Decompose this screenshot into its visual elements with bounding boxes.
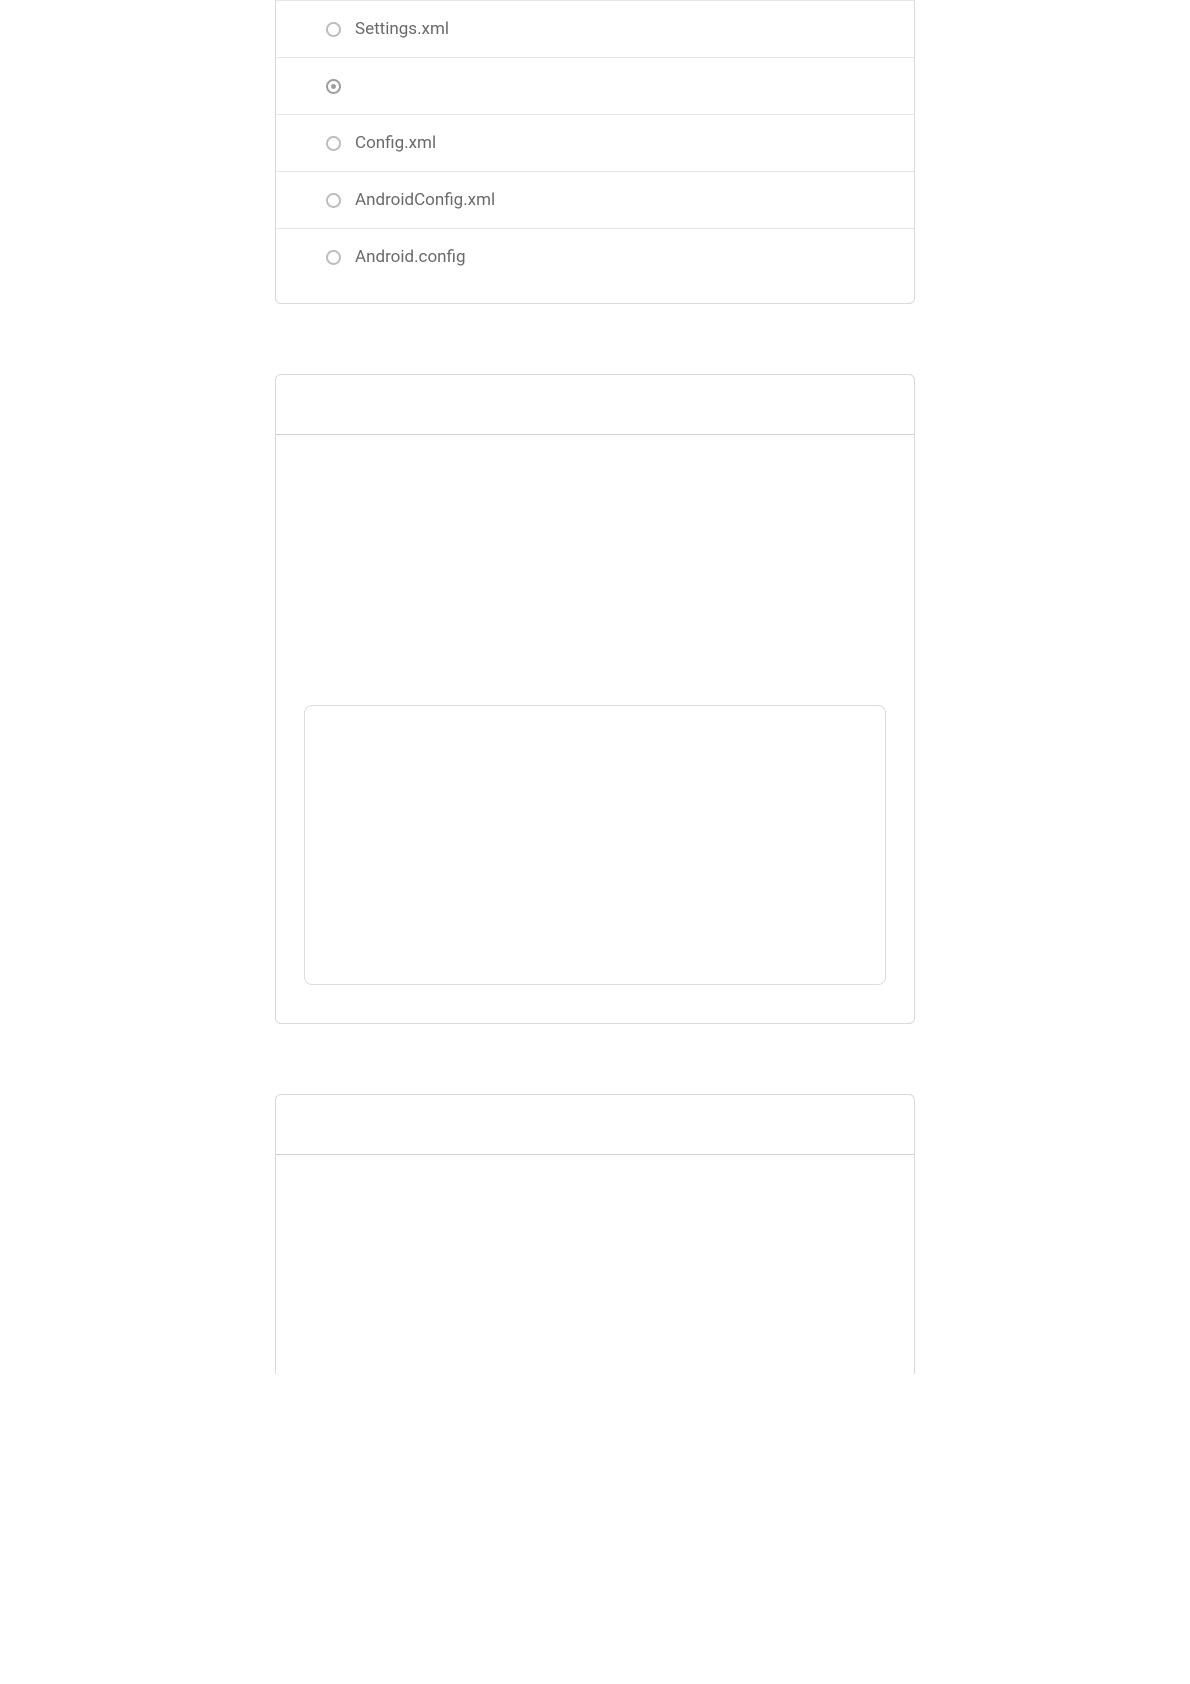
options-card: Settings.xml Config.xml AndroidConfig.xm…: [275, 0, 915, 304]
option-row-settings[interactable]: Settings.xml: [276, 0, 914, 57]
radio-icon[interactable]: [326, 136, 341, 151]
content-card: [275, 374, 915, 1024]
radio-icon[interactable]: [326, 22, 341, 37]
option-row-empty[interactable]: [276, 57, 914, 114]
card-header: [276, 375, 914, 435]
option-row-androidconfig[interactable]: AndroidConfig.xml: [276, 171, 914, 228]
radio-icon[interactable]: [326, 250, 341, 265]
option-label: AndroidConfig.xml: [355, 190, 495, 210]
radio-icon[interactable]: [326, 79, 341, 94]
option-label: Settings.xml: [355, 19, 449, 39]
option-row-config[interactable]: Config.xml: [276, 114, 914, 171]
card-header: [276, 1095, 914, 1155]
content-card-bottom: [275, 1094, 915, 1374]
radio-icon[interactable]: [326, 193, 341, 208]
option-row-android-config[interactable]: Android.config: [276, 228, 914, 285]
option-label: Config.xml: [355, 133, 436, 153]
option-label: Android.config: [355, 247, 466, 267]
inner-panel: [304, 705, 886, 985]
